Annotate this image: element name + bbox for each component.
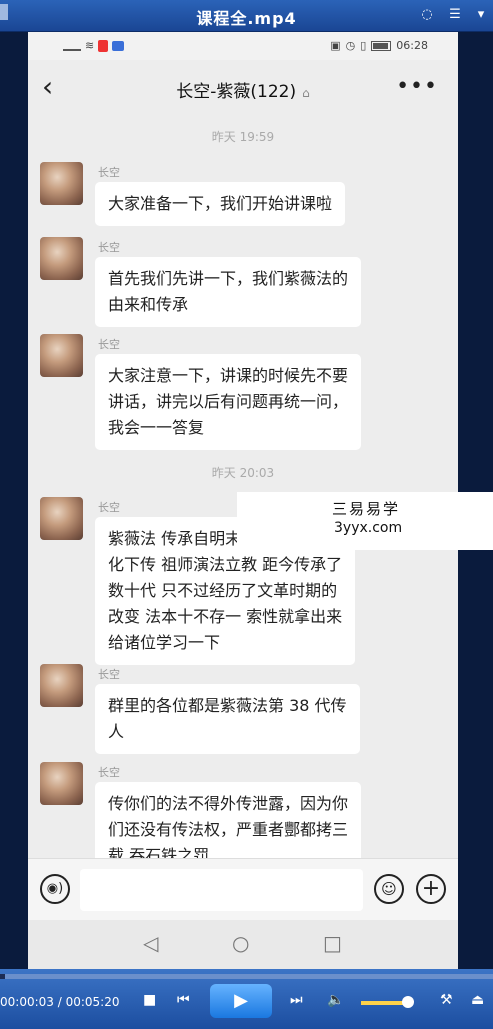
plus-icon[interactable]: + — [416, 874, 446, 904]
more-dots-icon[interactable]: ••• — [396, 74, 438, 99]
avatar[interactable] — [40, 334, 83, 377]
notification-red-icon — [98, 39, 109, 52]
avatar[interactable] — [40, 664, 83, 707]
avatar[interactable] — [40, 762, 83, 805]
vibrate-icon: ▯ — [360, 39, 367, 52]
watermark-url: 3yyx.com — [334, 520, 403, 536]
wifi-icon: ≋ — [85, 39, 95, 52]
sender-name: 长空 — [98, 166, 120, 179]
message-line: 们还没有传法权，严重者酆都拷三 — [108, 820, 349, 839]
message-line: 数十代 只不过经历了文革时期的 — [108, 581, 338, 600]
avatar[interactable] — [40, 237, 83, 280]
avatar[interactable] — [40, 497, 83, 540]
message-bubble[interactable]: 大家注意一下，讲课的时候先不要 讲话，讲完以后有问题再统一问， 我会一一答复 — [95, 354, 362, 450]
sender-name: 长空 — [98, 338, 120, 351]
phone-status-bar: ≋ ▣ ◷ ▯ 06:28 — [28, 32, 458, 60]
message-input[interactable] — [80, 869, 363, 911]
player-controls: 00:00:03 / 00:05:20 ■ ⏮ ▶ ⏭ 🔈 ⚒ ⏏ — [0, 969, 493, 1029]
sender-name: 长空 — [98, 501, 120, 514]
dropdown-arrow-icon[interactable]: ▾ — [472, 7, 490, 23]
next-icon[interactable]: ⏭ — [290, 991, 303, 1009]
message-line: 化下传 祖师演法立教 距今传承了 — [108, 555, 343, 574]
message-line: 我会一一答复 — [108, 418, 205, 437]
chat-bubble-icon[interactable]: ◌ — [418, 7, 436, 23]
chat-header: ‹ 长空-紫薇(122) ⌂ ••• — [28, 60, 458, 118]
seek-bar-fill — [0, 974, 5, 979]
message-bubble[interactable]: 大家准备一下，我们开始讲课啦 — [95, 182, 346, 226]
volume-icon[interactable]: 🔈 — [327, 991, 344, 1009]
sender-name: 长空 — [98, 668, 120, 681]
nav-back-icon[interactable]: ◁ — [143, 932, 158, 954]
message-line: 给诸位学习一下 — [108, 633, 221, 652]
player-titlebar: 课程全.mp4 ◌ ☰ ▾ — [0, 0, 493, 32]
playlist-icon[interactable]: ☰ — [446, 7, 464, 23]
chat-input-bar: ◉) ☺ + — [28, 858, 458, 920]
battery-icon — [371, 40, 392, 51]
time-display: 00:00:03 / 00:05:20 — [0, 995, 120, 1009]
message-line: 大家注意一下，讲课的时候先不要 — [108, 366, 349, 385]
sender-name: 长空 — [98, 766, 120, 779]
message-bubble[interactable]: 群里的各位都是紫薇法第 38 代传 人 — [95, 684, 360, 754]
android-nav-bar: ◁ ○ □ — [28, 920, 458, 969]
nav-recent-icon[interactable]: □ — [323, 932, 342, 954]
timestamp: 昨天 20:03 — [211, 466, 275, 480]
watermark: 三易易学 3yyx.com — [237, 492, 493, 550]
emoji-icon[interactable]: ☺ — [374, 874, 404, 904]
message-line: 大家准备一下，我们开始讲课啦 — [108, 194, 333, 213]
message-line: 首先我们先讲一下，我们紫薇法的 — [108, 269, 349, 288]
avatar[interactable] — [40, 162, 83, 205]
eject-icon[interactable]: ⏏ — [471, 991, 484, 1009]
alarm-icon: ◷ — [345, 39, 356, 52]
voice-icon[interactable]: ◉) — [40, 874, 70, 904]
signal-icon — [63, 41, 81, 51]
sender-name: 长空 — [98, 241, 120, 254]
message-line: 传你们的法不得外传泄露，因为你 — [108, 794, 349, 813]
notification-blue-icon — [112, 40, 125, 51]
message-line: 群里的各位都是紫薇法第 38 代传 — [108, 696, 347, 715]
previous-icon[interactable]: ⏮ — [177, 991, 190, 1009]
watermark-name: 三易易学 — [332, 500, 401, 518]
settings-wrench-icon[interactable]: ⚒ — [440, 991, 453, 1009]
seek-bar[interactable] — [0, 974, 493, 979]
message-line: 讲话，讲完以后有问题再统一问， — [108, 392, 349, 411]
mute-icon: ⌂ — [302, 86, 310, 100]
message-bubble[interactable]: 首先我们先讲一下，我们紫薇法的 由来和传承 — [95, 257, 362, 327]
nfc-icon: ▣ — [330, 39, 341, 52]
timestamp: 昨天 19:59 — [211, 130, 275, 144]
nav-home-icon[interactable]: ○ — [232, 932, 249, 954]
play-button[interactable]: ▶ — [210, 984, 272, 1018]
status-time: 06:28 — [396, 39, 428, 52]
message-line: 由来和传承 — [108, 295, 189, 314]
message-line: 人 — [108, 722, 125, 741]
message-line: 改变 法本十不存一 索性就拿出来 — [108, 607, 343, 626]
volume-knob[interactable] — [401, 996, 414, 1008]
chat-title: 长空-紫薇(122) — [176, 82, 297, 102]
stop-icon[interactable]: ■ — [143, 991, 156, 1009]
